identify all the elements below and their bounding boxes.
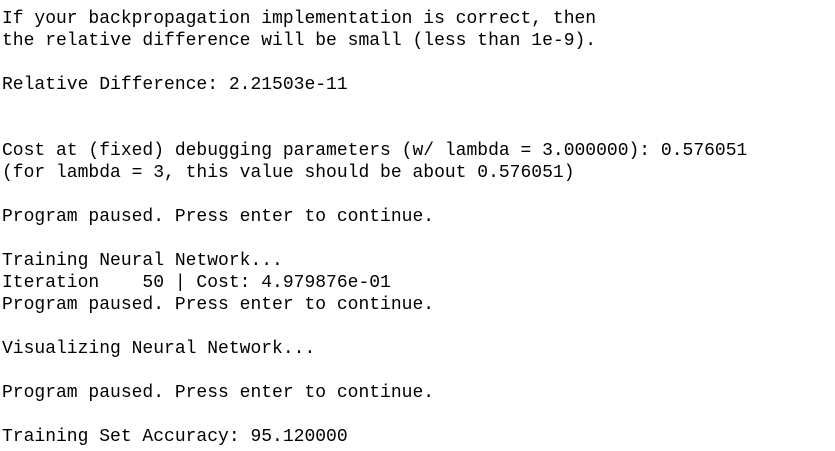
console-line: Relative Difference: 2.21503e-11 bbox=[2, 75, 348, 95]
console-line: If your backpropagation implementation i… bbox=[2, 9, 597, 29]
console-line: Training Set Accuracy: 95.120000 bbox=[2, 427, 348, 447]
console-line: Iteration 50 | Cost: 4.979876e-01 bbox=[2, 273, 391, 293]
console-output[interactable]: If your backpropagation implementation i… bbox=[2, 8, 833, 451]
console-line: Program paused. Press enter to continue. bbox=[2, 207, 435, 227]
console-line: the relative difference will be small (l… bbox=[2, 31, 597, 51]
console-line: Cost at (fixed) debugging parameters (w/… bbox=[2, 141, 748, 161]
console-line: Visualizing Neural Network... bbox=[2, 339, 316, 359]
console-line: Program paused. Press enter to continue. bbox=[2, 383, 435, 403]
console-line: Program paused. Press enter to continue. bbox=[2, 295, 435, 315]
console-line: (for lambda = 3, this value should be ab… bbox=[2, 163, 575, 183]
console-line: Training Neural Network... bbox=[2, 251, 283, 271]
